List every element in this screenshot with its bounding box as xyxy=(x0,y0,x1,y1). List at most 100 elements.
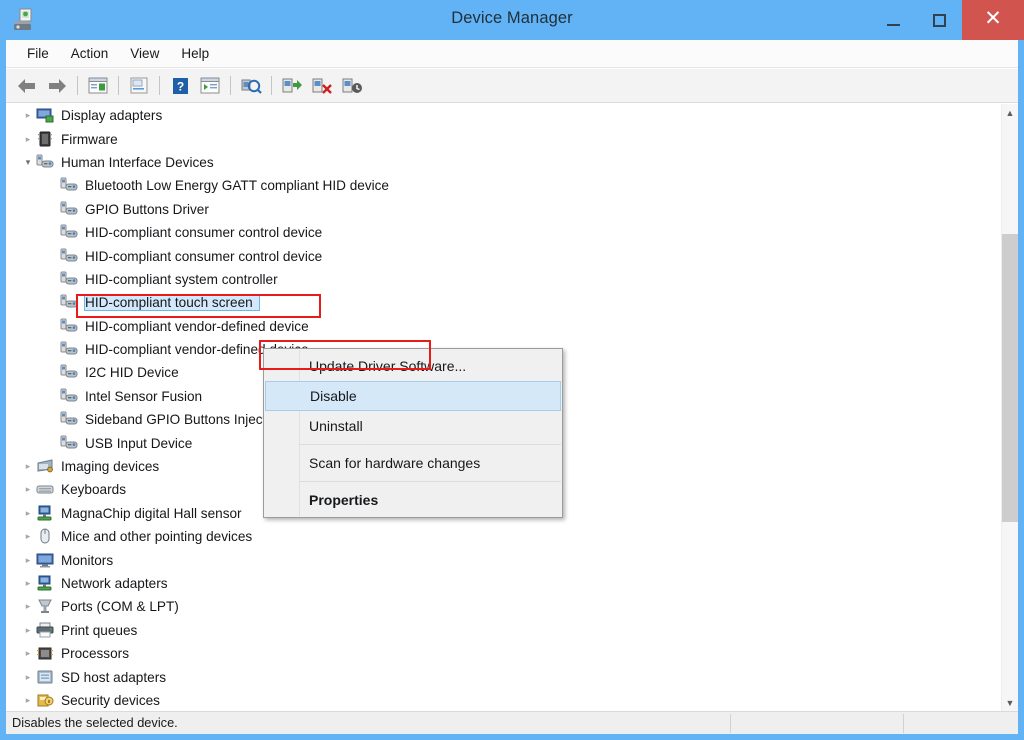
context-menu-item-disable[interactable]: Disable xyxy=(265,381,561,411)
scan-for-hardware-changes-icon xyxy=(241,77,262,95)
disable-device-button[interactable] xyxy=(337,72,367,100)
tree-node-selected[interactable]: HID-compliant touch screen xyxy=(6,291,1001,314)
scroll-down-arrow[interactable]: ▼ xyxy=(1002,694,1018,711)
tree-node[interactable]: HID-compliant system controller xyxy=(6,268,1001,291)
expand-triangle-right-icon[interactable]: ▸ xyxy=(20,111,36,120)
expand-triangle-right-icon[interactable]: ▸ xyxy=(20,556,36,565)
minimize-button[interactable] xyxy=(870,0,916,40)
context-menu[interactable]: Update Driver Software... Disable Uninst… xyxy=(263,348,563,518)
status-divider xyxy=(730,714,731,733)
tree-node[interactable]: ▸ Print queues xyxy=(6,619,1001,642)
close-button[interactable]: ✕ xyxy=(962,0,1024,40)
menu-bar: File Action View Help xyxy=(6,40,1018,68)
forward-button[interactable] xyxy=(42,72,72,100)
tree-node-label: GPIO Buttons Driver xyxy=(85,202,215,217)
tree-node-label: Bluetooth Low Energy GATT compliant HID … xyxy=(85,178,395,193)
tree-node-label: Display adapters xyxy=(61,108,168,123)
tree-node[interactable]: ▸ Firmware xyxy=(6,127,1001,150)
tree-node-label: USB Input Device xyxy=(85,436,198,451)
hid-icon xyxy=(60,318,78,335)
tree-node[interactable]: GPIO Buttons Driver xyxy=(6,198,1001,221)
tree-node-label: Monitors xyxy=(61,553,119,568)
expand-triangle-right-icon[interactable]: ▸ xyxy=(20,579,36,588)
expand-triangle-right-icon[interactable]: ▸ xyxy=(20,532,36,541)
tree-node[interactable]: ▾Human Interface Devices xyxy=(6,151,1001,174)
hid-icon xyxy=(60,411,78,428)
context-menu-item-update-driver-software[interactable]: Update Driver Software... xyxy=(264,351,562,381)
tree-node[interactable]: ▸ Monitors xyxy=(6,548,1001,571)
hid-icon xyxy=(60,177,78,194)
uninstall-device-button[interactable] xyxy=(307,72,337,100)
device-manager-window: Device Manager ✕ File Action View Help xyxy=(0,0,1024,740)
imaging-icon xyxy=(36,458,54,475)
expand-triangle-right-icon[interactable]: ▸ xyxy=(20,462,36,471)
tree-node[interactable]: HID-compliant consumer control device xyxy=(6,221,1001,244)
expand-triangle-right-icon[interactable]: ▸ xyxy=(20,673,36,682)
scroll-up-arrow[interactable]: ▲ xyxy=(1002,104,1018,121)
tree-node[interactable]: ▸ Display adapters xyxy=(6,104,1001,127)
tree-node[interactable]: ▸ Security devices xyxy=(6,689,1001,711)
processor-icon xyxy=(36,645,54,662)
maximize-button[interactable] xyxy=(916,0,962,40)
tree-node-label: HID-compliant consumer control device xyxy=(85,225,328,240)
menu-action[interactable]: Action xyxy=(60,43,120,64)
tree-node[interactable]: Bluetooth Low Energy GATT compliant HID … xyxy=(6,174,1001,197)
help-icon: ? xyxy=(171,77,190,95)
vertical-scrollbar[interactable]: ▲ ▼ xyxy=(1001,104,1018,711)
tree-node-label: Processors xyxy=(61,646,135,661)
tree-node[interactable]: ▸Mice and other pointing devices xyxy=(6,525,1001,548)
display-adapter-icon xyxy=(36,107,54,124)
security-icon xyxy=(36,692,54,709)
hid-icon xyxy=(60,364,78,381)
back-icon xyxy=(16,77,38,95)
expand-triangle-right-icon[interactable]: ▸ xyxy=(20,626,36,635)
tree-node-label: Intel Sensor Fusion xyxy=(85,389,208,404)
scan-for-hardware-changes-button[interactable] xyxy=(236,72,266,100)
hid-icon xyxy=(60,341,78,358)
menu-view[interactable]: View xyxy=(119,43,170,64)
hid-icon xyxy=(36,154,54,171)
window-controls: ✕ xyxy=(870,0,1024,40)
expand-triangle-right-icon[interactable]: ▸ xyxy=(20,509,36,518)
expand-triangle-down-icon[interactable]: ▾ xyxy=(20,158,36,167)
expand-triangle-right-icon[interactable]: ▸ xyxy=(20,135,36,144)
menu-file[interactable]: File xyxy=(16,43,60,64)
tree-node[interactable]: ▸SD host adapters xyxy=(6,665,1001,688)
properties-button[interactable] xyxy=(124,72,154,100)
tree-node[interactable]: HID-compliant vendor-defined device xyxy=(6,315,1001,338)
tree-node-label: Print queues xyxy=(61,623,143,638)
scroll-thumb[interactable] xyxy=(1002,234,1018,522)
context-menu-item-properties[interactable]: Properties xyxy=(264,485,562,515)
minimize-icon xyxy=(887,24,900,26)
tree-node[interactable]: HID-compliant consumer control device xyxy=(6,244,1001,267)
back-button[interactable] xyxy=(12,72,42,100)
toolbar-separator xyxy=(230,76,231,95)
update-driver-software-button[interactable] xyxy=(277,72,307,100)
expand-triangle-right-icon[interactable]: ▸ xyxy=(20,696,36,705)
close-icon: ✕ xyxy=(984,8,1002,29)
status-text: Disables the selected device. xyxy=(12,715,178,730)
sd-host-icon xyxy=(36,669,54,686)
tree-node-label: Firmware xyxy=(61,132,124,147)
client-area: File Action View Help xyxy=(6,40,1018,734)
show-hide-console-tree-button[interactable] xyxy=(83,72,113,100)
context-menu-item-uninstall[interactable]: Uninstall xyxy=(264,411,562,441)
context-menu-item-scan-for-hardware-changes[interactable]: Scan for hardware changes xyxy=(264,448,562,478)
tree-node-label: HID-compliant system controller xyxy=(85,272,284,287)
hid-icon xyxy=(60,224,78,241)
svg-text:?: ? xyxy=(176,79,183,93)
tree-node[interactable]: ▸Network adapters xyxy=(6,572,1001,595)
show-details-button[interactable] xyxy=(195,72,225,100)
status-bar: Disables the selected device. xyxy=(6,711,1018,734)
help-button[interactable]: ? xyxy=(165,72,195,100)
tree-node[interactable]: ▸Ports (COM & LPT) xyxy=(6,595,1001,618)
expand-triangle-right-icon[interactable]: ▸ xyxy=(20,649,36,658)
mouse-icon xyxy=(36,528,54,545)
expand-triangle-right-icon[interactable]: ▸ xyxy=(20,602,36,611)
tree-node[interactable]: ▸ Processors xyxy=(6,642,1001,665)
toolbar-separator xyxy=(159,76,160,95)
hid-icon xyxy=(60,201,78,218)
expand-triangle-right-icon[interactable]: ▸ xyxy=(20,485,36,494)
menu-help[interactable]: Help xyxy=(170,43,220,64)
tree-node-label: Security devices xyxy=(61,693,166,708)
